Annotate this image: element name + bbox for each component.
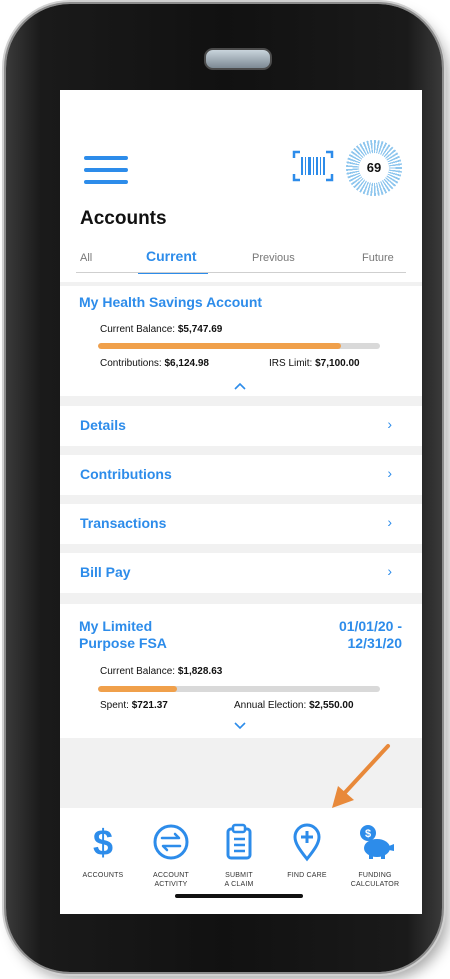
hsa-progress-fill <box>98 343 341 349</box>
nav-accounts[interactable]: $ ACCOUNTS <box>68 822 138 880</box>
hsa-account-name: My Health Savings Account <box>79 294 263 310</box>
tabs-divider <box>76 272 406 273</box>
fsa-account-card[interactable]: My Limited Purpose FSA 01/01/20 - 12/31/… <box>60 604 422 738</box>
home-indicator[interactable] <box>175 894 303 898</box>
chevron-right-icon: › <box>387 416 392 432</box>
clipboard-icon <box>226 823 252 860</box>
nav-account-activity-label: ACCOUNT ACTIVITY <box>152 872 189 888</box>
health-score-badge[interactable]: 69 <box>346 140 402 196</box>
transfer-icon <box>153 824 189 860</box>
tab-previous[interactable]: Previous <box>252 252 295 264</box>
transactions-row[interactable]: Transactions › <box>60 504 422 544</box>
hsa-progress-bar <box>98 343 380 349</box>
fsa-balance: Current Balance: $1,828.63 <box>100 666 223 677</box>
contributions-label: Contributions <box>80 466 172 482</box>
hsa-contributions: Contributions: $6,124.98 <box>100 358 209 369</box>
nav-find-care-label: FIND CARE <box>287 872 327 879</box>
tab-future[interactable]: Future <box>362 252 394 264</box>
bottom-nav: $ ACCOUNTS ACCOUNT ACTIVITY SUBMIT A CLA… <box>60 808 422 914</box>
chevron-right-icon: › <box>387 514 392 530</box>
chevron-up-icon[interactable] <box>234 382 246 390</box>
fsa-annual-election: Annual Election: $2,550.00 <box>234 700 354 711</box>
phone-frame: 69 Accounts All Current Previous Future … <box>6 4 442 972</box>
fsa-account-name: My Limited Purpose FSA <box>79 618 167 651</box>
nav-submit-claim-label: SUBMIT A CLAIM <box>224 872 254 888</box>
map-pin-plus-icon <box>293 823 321 862</box>
chevron-right-icon: › <box>387 465 392 481</box>
hsa-account-card[interactable]: My Health Savings Account Current Balanc… <box>60 286 422 396</box>
header: 69 Accounts All Current Previous Future <box>60 90 422 282</box>
svg-text:$: $ <box>365 828 371 840</box>
annotation-arrow-icon <box>332 744 390 808</box>
piggy-bank-icon: $ <box>360 825 394 859</box>
nav-submit-claim[interactable]: SUBMIT A CLAIM <box>204 822 274 889</box>
chevron-down-icon[interactable] <box>234 722 246 730</box>
account-tabs: All Current Previous Future <box>60 248 422 274</box>
fsa-progress-fill <box>98 686 177 692</box>
score-value: 69 <box>359 153 389 183</box>
earpiece-speaker <box>204 48 272 70</box>
details-row[interactable]: Details › <box>60 406 422 446</box>
nav-account-activity[interactable]: ACCOUNT ACTIVITY <box>136 822 206 889</box>
svg-text:$: $ <box>93 822 113 862</box>
details-label: Details <box>80 417 126 433</box>
chevron-right-icon: › <box>387 563 392 579</box>
transactions-label: Transactions <box>80 515 167 531</box>
contributions-row[interactable]: Contributions › <box>60 455 422 495</box>
app-screen: 69 Accounts All Current Previous Future … <box>60 90 422 914</box>
hsa-irs-limit: IRS Limit: $7,100.00 <box>269 358 360 369</box>
fsa-progress-bar <box>98 686 380 692</box>
page-title: Accounts <box>80 208 167 229</box>
barcode-scan-icon[interactable] <box>292 150 334 182</box>
hamburger-menu-icon[interactable] <box>84 156 128 188</box>
tab-all[interactable]: All <box>80 252 92 264</box>
tab-current[interactable]: Current <box>146 248 197 264</box>
bill-pay-label: Bill Pay <box>80 564 131 580</box>
nav-accounts-label: ACCOUNTS <box>82 872 124 879</box>
nav-funding-calculator-label: FUNDING CALCULATOR <box>350 872 400 888</box>
nav-funding-calculator[interactable]: $ FUNDING CALCULATOR <box>340 822 410 889</box>
hsa-balance: Current Balance: $5,747.69 <box>100 324 223 335</box>
fsa-plan-dates: 01/01/20 - 12/31/20 <box>338 618 402 651</box>
nav-find-care[interactable]: FIND CARE <box>272 822 342 880</box>
fsa-spent: Spent: $721.37 <box>100 700 168 711</box>
dollar-icon: $ <box>93 822 113 863</box>
bill-pay-row[interactable]: Bill Pay › <box>60 553 422 593</box>
